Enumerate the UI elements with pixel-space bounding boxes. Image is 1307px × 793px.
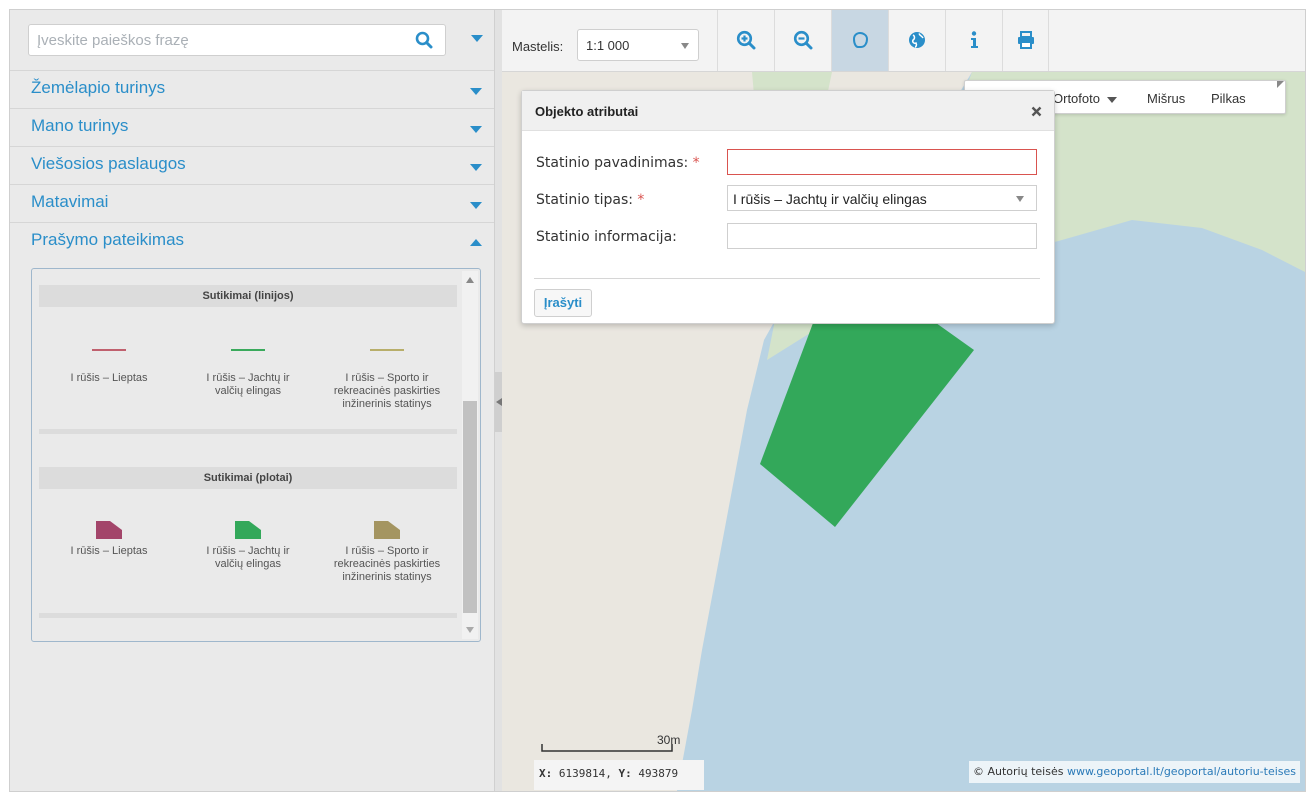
dialog-header: Objekto atributai [522,91,1054,131]
print-button[interactable] [1002,10,1048,71]
polygon-symbol [96,521,122,539]
map-toolbar: Mastelis: 1:1 000 [502,10,1305,72]
coord-x: 6139814 [558,767,606,780]
legend-separator [39,429,457,434]
type-label: Statinio tipas: * [536,192,645,208]
chevron-up-icon [470,239,482,246]
info-input[interactable] [727,223,1037,249]
sidebar-item-label: Žemėlapio turinys [31,78,166,97]
type-select[interactable]: I rūšis – Jachtų ir valčių elingas [727,185,1037,211]
scale-label: Mastelis: [512,39,564,54]
line-symbol [370,349,404,351]
zoom-out-button[interactable] [774,10,831,71]
basemap-option-pilkas[interactable]: Pilkas [1211,91,1246,106]
zoom-in-button[interactable] [717,10,774,71]
close-icon[interactable] [1031,106,1042,117]
required-mark: * [637,192,645,208]
search-icon[interactable] [415,31,433,49]
zoom-out-icon [793,30,813,50]
scroll-down-icon[interactable] [466,627,474,633]
search-options-chevron-icon[interactable] [471,35,483,43]
sidebar-item-label: Prašymo pateikimas [31,230,185,249]
object-attributes-dialog: Objekto atributai Statinio pavadinimas: … [521,90,1055,324]
legend-item-line-lieptas: I rūšis – Lieptas [39,349,179,385]
info-label: Statinio informacija: [536,229,677,245]
printer-icon [1018,31,1034,49]
legend-item-line-elingas: I rūšis – Jachtų ir valčių elingas [178,349,318,398]
legend-scrollbar[interactable] [462,271,478,639]
dialog-divider [534,278,1040,279]
sidebar-item-map-content[interactable]: Žemėlapio turinys [10,70,494,108]
basemap-option-ortofoto[interactable]: Ortofoto [1053,91,1117,106]
save-button[interactable]: Įrašyti [534,289,592,317]
chevron-down-icon [470,202,482,209]
scale-bar-label: 30m [657,733,681,747]
name-input[interactable] [727,149,1037,175]
chevron-down-icon [470,164,482,171]
line-symbol [92,349,126,351]
hand-icon [852,31,869,48]
sidebar-item-my-content[interactable]: Mano turinys [10,108,494,146]
polygon-symbol [235,521,261,539]
legend-item-line-sporto: I rūšis – Sporto ir rekreacinės paskirti… [317,349,457,411]
coord-y: 493879 [638,767,679,780]
app-window: Žemėlapio turinys Mano turinys Viešosios… [9,9,1306,792]
scale-select[interactable]: 1:1 000 [577,29,699,61]
sidebar-item-label: Mano turinys [31,116,129,135]
search-input[interactable] [37,29,407,51]
scroll-up-icon[interactable] [466,277,474,283]
legend-content: Sutikimai (linijos) I rūšis – Lieptas I … [39,269,457,641]
legend-item-area-lieptas: I rūšis – Lieptas [39,521,179,558]
legend-separator [39,613,457,618]
caret-down-icon [681,43,689,49]
sidebar-item-label: Matavimai [31,192,109,211]
globe-icon [909,32,925,48]
zoom-in-icon [736,30,756,50]
required-mark: * [692,155,700,171]
panel-splitter[interactable] [494,10,503,791]
basemap-option-misrus[interactable]: Mišrus [1147,91,1185,106]
search-row [10,10,494,72]
collapse-corner-icon[interactable] [1276,80,1286,90]
coordinates-readout: X: 6139814, Y: 493879 [534,760,704,790]
dialog-title: Objekto atributai [535,104,639,119]
info-button[interactable] [945,10,1002,71]
caret-down-icon [1016,196,1024,202]
caret-down-icon [1106,96,1117,103]
type-value: I rūšis – Jachtų ir valčių elingas [733,191,927,207]
legend-item-area-elingas: I rūšis – Jachtų ir valčių elingas [178,521,318,571]
basemap-globe-button[interactable] [888,10,945,71]
sidebar-item-measurements[interactable]: Matavimai [10,184,494,222]
map-view[interactable]: Mastelis: 1:1 000 Ortofoto Mišrus Pilkas… [502,10,1305,791]
legend-header-lines: Sutikimai (linijos) [39,285,457,307]
chevron-down-icon [470,88,482,95]
search-box [28,24,446,56]
legend-header-areas: Sutikimai (plotai) [39,467,457,489]
toolbar-divider [1048,10,1049,71]
sidebar-item-label: Viešosios paslaugos [31,154,186,173]
line-symbol [231,349,265,351]
scale-value: 1:1 000 [586,38,630,53]
scale-bar [541,744,673,752]
pan-button[interactable] [831,10,888,71]
legend-panel: Sutikimai (linijos) I rūšis – Lieptas I … [31,268,481,642]
info-icon [971,31,978,48]
name-label: Statinio pavadinimas: * [536,155,700,171]
legend-item-area-sporto: I rūšis – Sporto ir rekreacinės paskirti… [317,521,457,584]
sidebar: Žemėlapio turinys Mano turinys Viešosios… [10,10,494,791]
sidebar-item-request-submission[interactable]: Prašymo pateikimas [10,222,494,260]
copyright-attribution: © Autorių teisės www.geoportal.lt/geopor… [969,761,1300,783]
scroll-thumb[interactable] [463,401,477,613]
sidebar-item-public-services[interactable]: Viešosios paslaugos [10,146,494,184]
chevron-down-icon [470,126,482,133]
polygon-symbol [374,521,400,539]
attribution-link[interactable]: www.geoportal.lt/geoportal/autoriu-teise… [1067,765,1296,778]
